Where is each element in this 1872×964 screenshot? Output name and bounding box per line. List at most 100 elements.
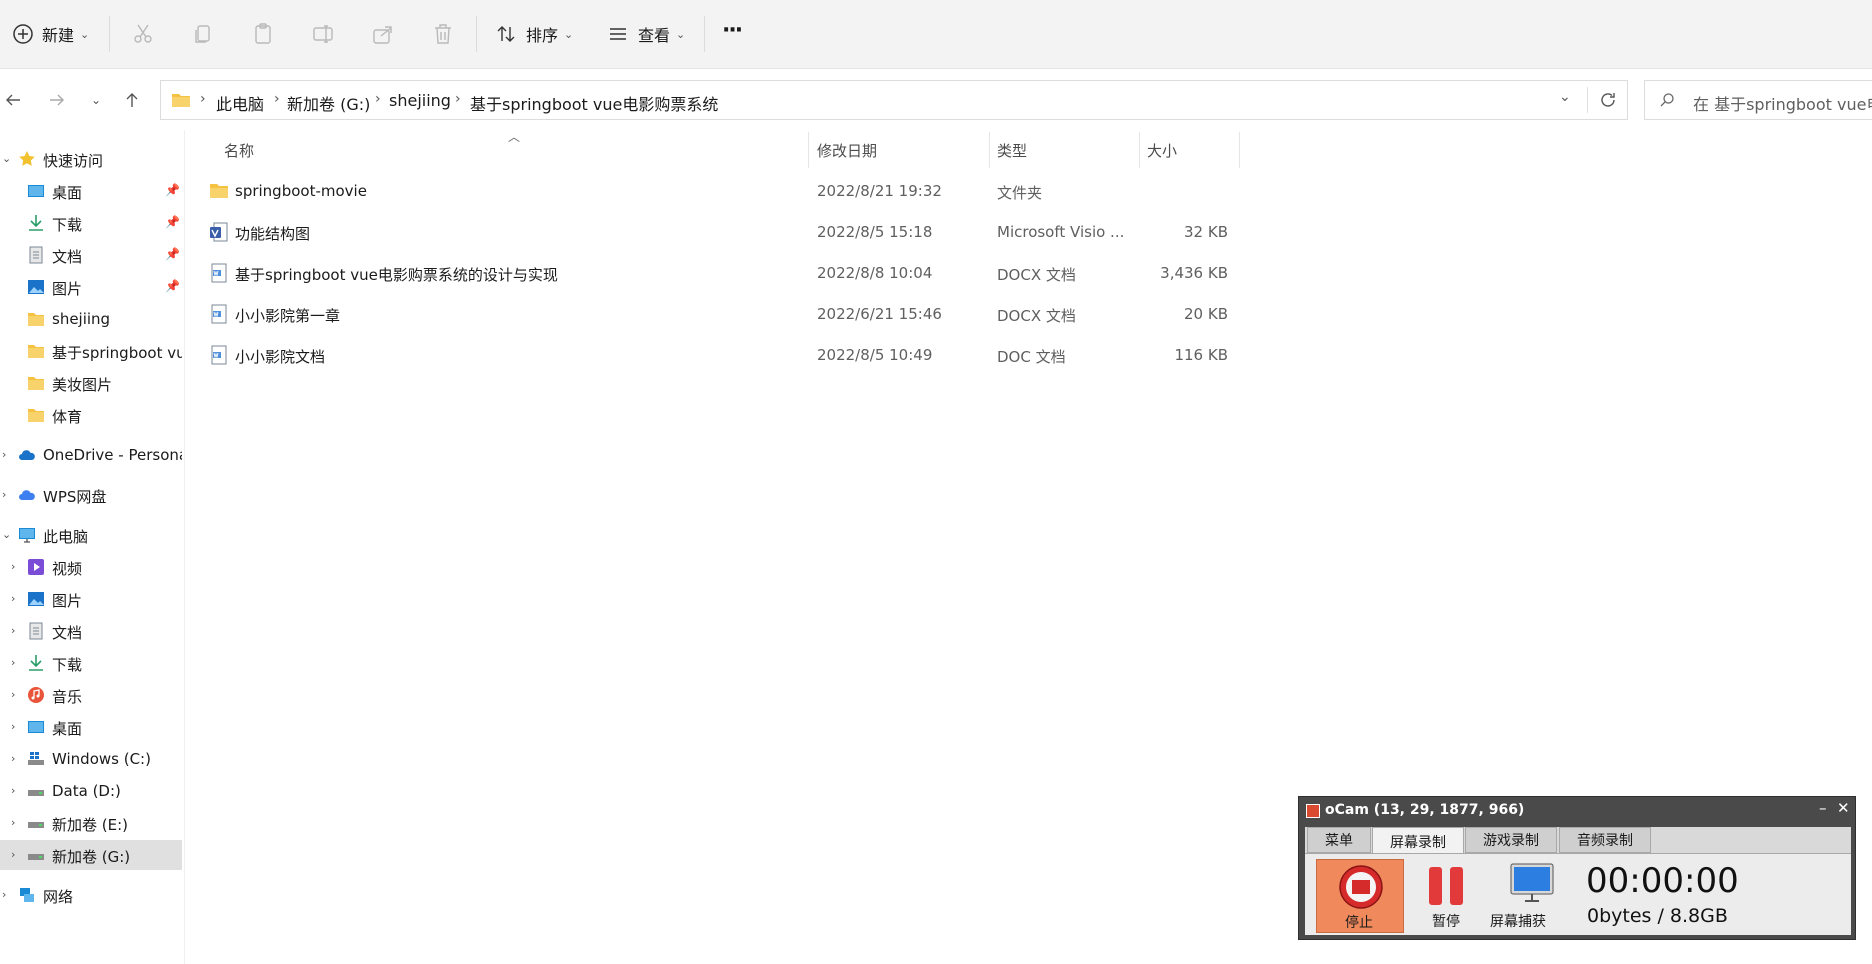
copy-icon[interactable] [191, 22, 215, 46]
recent-locations-button[interactable]: ⌄ [83, 87, 109, 113]
nav-item-onedrive[interactable]: › OneDrive - Persona [0, 440, 182, 470]
nav-item-makeup-pictures[interactable]: 美妆图片 [0, 368, 182, 398]
chevron-right-icon: › [11, 688, 16, 701]
nav-item-documents[interactable]: 文档 📌 [0, 240, 182, 270]
ocam-capture-label: 屏幕捕获 [1490, 914, 1546, 930]
breadcrumb-drive-g[interactable]: 新加卷 (G:) [287, 91, 370, 115]
column-divider[interactable] [808, 132, 809, 168]
nav-item-pc-documents[interactable]: › 文档 [0, 616, 182, 646]
address-divider [1587, 87, 1588, 113]
view-button[interactable]: 查看 ⌄ [608, 18, 685, 50]
nav-item-drive-d[interactable]: › Data (D:) [0, 776, 182, 806]
pause-icon [1429, 867, 1463, 905]
ocam-logo-icon [1306, 804, 1320, 818]
nav-label: 下载 [52, 216, 83, 234]
pin-icon[interactable]: 📌 [165, 279, 180, 293]
column-header-date[interactable]: 修改日期 [817, 140, 877, 161]
sort-ascending-icon: ︿ [508, 130, 521, 144]
stop-record-icon [1339, 865, 1383, 909]
column-divider[interactable] [1239, 132, 1240, 168]
nav-quick-access[interactable]: ⌄ 快速访问 [0, 144, 182, 174]
ocam-pause-button[interactable]: 暂停 [1411, 859, 1481, 933]
pin-icon[interactable]: 📌 [165, 247, 180, 261]
forward-button[interactable] [44, 87, 70, 113]
minimize-icon[interactable]: – [1819, 799, 1827, 817]
breadcrumb-current-folder[interactable]: 基于springboot vue电影购票系统 [470, 91, 718, 115]
column-divider[interactable] [989, 132, 990, 168]
chevron-right-icon: › [11, 784, 16, 797]
nav-item-springboot-folder[interactable]: 基于springboot vue [0, 336, 182, 366]
file-name: 小小影院文档 [235, 348, 326, 366]
more-button[interactable]: ··· [722, 14, 743, 46]
nav-item-music[interactable]: › 音乐 [0, 680, 182, 710]
ocam-tab-game-record[interactable]: 游戏录制 [1465, 827, 1557, 853]
ocam-tab-audio-record[interactable]: 音频录制 [1559, 827, 1651, 853]
search-input[interactable]: 在 基于springboot vue电... [1644, 80, 1872, 120]
chevron-down-icon: ⌄ [2, 528, 12, 541]
ocam-elapsed-time: 00:00:00 [1586, 861, 1739, 901]
cut-icon[interactable] [131, 22, 155, 46]
ocam-stop-label: 停止 [1345, 915, 1373, 931]
address-history-chevron-icon[interactable]: ⌄ [1559, 89, 1571, 105]
breadcrumb-shejiing[interactable]: shejiing [389, 91, 451, 110]
sort-button[interactable]: 排序 ⌄ [496, 18, 573, 50]
folder-icon [172, 94, 190, 107]
file-row[interactable]: 基于springboot vue电影购票系统的设计与实现 2022/8/8 10… [204, 253, 1244, 293]
pictures-icon [28, 592, 44, 606]
nav-label: Data (D:) [52, 782, 121, 800]
ocam-capture-button[interactable]: 屏幕捕获 [1489, 859, 1575, 933]
file-name: 基于springboot vue电影购票系统的设计与实现 [235, 266, 558, 284]
column-header-name[interactable]: 名称 [224, 140, 254, 161]
nav-label: 下载 [52, 656, 83, 674]
paste-icon[interactable] [251, 22, 275, 46]
nav-item-drive-c[interactable]: › Windows (C:) [0, 744, 182, 774]
nav-item-wps-cloud[interactable]: › WPS网盘 [0, 480, 182, 510]
nav-item-downloads[interactable]: 下载 📌 [0, 208, 182, 238]
column-header-type[interactable]: 类型 [997, 140, 1027, 161]
nav-item-pc-downloads[interactable]: › 下载 [0, 648, 182, 678]
rename-icon[interactable] [311, 22, 335, 46]
pin-icon[interactable]: 📌 [165, 183, 180, 197]
file-row[interactable]: 小小影院第一章 2022/6/21 15:46 DOCX 文档 20 KB [204, 294, 1244, 334]
address-bar[interactable]: › 此电脑 › 新加卷 (G:) › shejiing › 基于springbo… [160, 80, 1628, 120]
chevron-down-icon: ⌄ [80, 27, 90, 41]
nav-item-sports[interactable]: 体育 [0, 400, 182, 430]
ocam-stop-button[interactable]: 停止 [1316, 859, 1404, 933]
share-icon[interactable] [371, 22, 395, 46]
new-button[interactable]: 新建 ⌄ [12, 18, 89, 50]
pin-icon[interactable]: 📌 [165, 215, 180, 229]
close-icon[interactable]: ✕ [1837, 799, 1850, 817]
star-icon [19, 151, 35, 166]
nav-label: 快速访问 [43, 152, 104, 170]
ocam-tab-menu[interactable]: 菜单 [1307, 827, 1371, 853]
breadcrumb-chevron-icon: › [200, 91, 206, 107]
nav-item-drive-e[interactable]: › 新加卷 (E:) [0, 808, 182, 838]
ocam-tab-screen-record[interactable]: 屏幕录制 [1372, 827, 1464, 855]
nav-item-pc-pictures[interactable]: › 图片 [0, 584, 182, 614]
nav-item-this-pc[interactable]: ⌄ 此电脑 [0, 520, 182, 550]
nav-item-desktop[interactable]: 桌面 📌 [0, 176, 182, 206]
column-divider[interactable] [1139, 132, 1140, 168]
file-row[interactable]: 功能结构图 2022/8/5 15:18 Microsoft Visio ...… [204, 212, 1244, 252]
nav-label: 图片 [52, 592, 83, 610]
file-row[interactable]: springboot-movie 2022/8/21 19:32 文件夹 [204, 171, 1244, 211]
cloud-icon [19, 450, 35, 460]
nav-label: 新加卷 (G:) [52, 848, 131, 866]
breadcrumb-this-pc[interactable]: 此电脑 [216, 91, 264, 115]
nav-label: 基于springboot vue [52, 344, 182, 362]
nav-item-drive-g[interactable]: › 新加卷 (G:) [0, 840, 182, 870]
up-button[interactable] [119, 87, 145, 113]
nav-item-pictures[interactable]: 图片 📌 [0, 272, 182, 302]
nav-item-pc-desktop[interactable]: › 桌面 [0, 712, 182, 742]
nav-item-network[interactable]: › 网络 [0, 880, 182, 910]
nav-item-videos[interactable]: › 视频 [0, 552, 182, 582]
nav-label: 文档 [52, 624, 83, 642]
pictures-icon [28, 280, 44, 294]
delete-icon[interactable] [431, 22, 455, 46]
back-button[interactable] [0, 87, 26, 113]
file-date: 2022/8/5 10:49 [817, 346, 933, 364]
file-row[interactable]: 小小影院文档 2022/8/5 10:49 DOC 文档 116 KB [204, 335, 1244, 375]
refresh-icon[interactable] [1599, 91, 1617, 109]
column-header-size[interactable]: 大小 [1147, 140, 1177, 161]
nav-item-shejiing[interactable]: shejiing [0, 304, 182, 334]
